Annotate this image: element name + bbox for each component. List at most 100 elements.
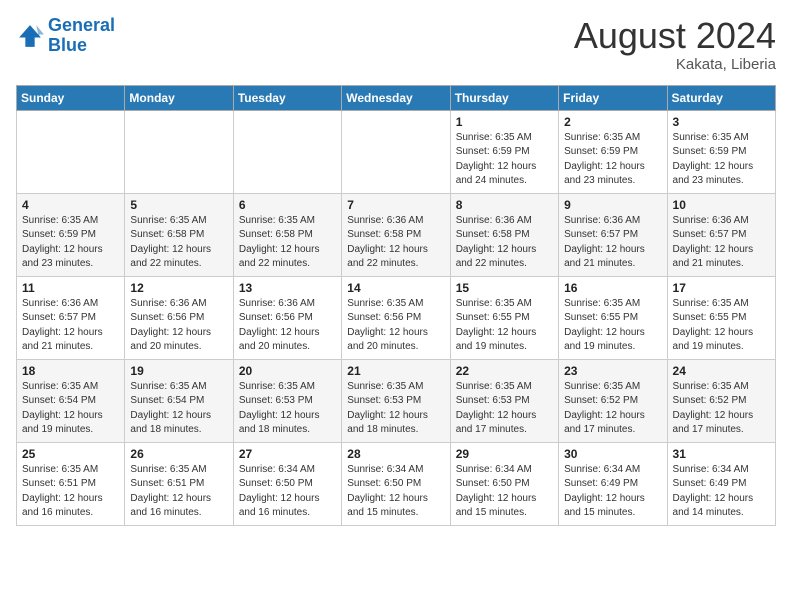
day-number: 23 <box>564 364 661 378</box>
day-number: 18 <box>22 364 119 378</box>
day-detail: Sunrise: 6:36 AM Sunset: 6:58 PM Dayligh… <box>347 214 444 272</box>
day-number: 3 <box>673 115 770 129</box>
calendar-cell-4-6: 23 Sunrise: 6:35 AM Sunset: 6:52 PM Dayli… <box>559 359 667 442</box>
day-number: 20 <box>239 364 336 378</box>
location-subtitle: Kakata, Liberia <box>574 56 776 73</box>
day-number: 14 <box>347 281 444 295</box>
day-number: 26 <box>130 447 227 461</box>
day-detail: Sunrise: 6:36 AM Sunset: 6:56 PM Dayligh… <box>130 297 227 355</box>
day-number: 24 <box>673 364 770 378</box>
calendar-week-1: 1Sunrise: 6:35 AM Sunset: 6:59 PM Daylig… <box>17 110 776 193</box>
day-detail: Sunrise: 6:34 AM Sunset: 6:49 PM Dayligh… <box>673 463 770 521</box>
calendar-cell-2-5: 8Sunrise: 6:36 AM Sunset: 6:58 PM Daylig… <box>450 193 558 276</box>
calendar-cell-3-2: 12 Sunrise: 6:36 AM Sunset: 6:56 PM Dayli… <box>125 276 233 359</box>
day-detail: Sunrise: 6:36 AM Sunset: 6:58 PM Dayligh… <box>456 214 553 272</box>
day-number: 10 <box>673 198 770 212</box>
day-number: 6 <box>239 198 336 212</box>
title-block: August 2024 Kakata, Liberia <box>574 16 776 73</box>
day-detail: Sunrise: 6:34 AM Sunset: 6:49 PM Dayligh… <box>564 463 661 521</box>
day-number: 9 <box>564 198 661 212</box>
calendar-cell-4-1: 18 Sunrise: 6:35 AM Sunset: 6:54 PM Dayli… <box>17 359 125 442</box>
day-number: 12 <box>130 281 227 295</box>
calendar-cell-1-4 <box>342 110 450 193</box>
calendar-cell-2-3: 6 Sunrise: 6:35 AM Sunset: 6:58 PM Daylig… <box>233 193 341 276</box>
day-detail: Sunrise: 6:35 AM Sunset: 6:59 PM Dayligh… <box>673 131 770 189</box>
weekday-header-friday: Friday <box>559 85 667 110</box>
calendar-cell-3-6: 16 Sunrise: 6:35 AM Sunset: 6:55 PM Dayli… <box>559 276 667 359</box>
day-detail: Sunrise: 6:35 AM Sunset: 6:51 PM Dayligh… <box>130 463 227 521</box>
calendar-cell-4-4: 21 Sunrise: 6:35 AM Sunset: 6:53 PM Dayli… <box>342 359 450 442</box>
day-number: 4 <box>22 198 119 212</box>
day-detail: Sunrise: 6:35 AM Sunset: 6:53 PM Dayligh… <box>347 380 444 438</box>
day-number: 13 <box>239 281 336 295</box>
weekday-header-thursday: Thursday <box>450 85 558 110</box>
calendar-cell-2-1: 4Sunrise: 6:35 AM Sunset: 6:59 PM Daylig… <box>17 193 125 276</box>
weekday-header-sunday: Sunday <box>17 85 125 110</box>
day-number: 31 <box>673 447 770 461</box>
day-number: 22 <box>456 364 553 378</box>
weekday-header-tuesday: Tuesday <box>233 85 341 110</box>
calendar-week-2: 4Sunrise: 6:35 AM Sunset: 6:59 PM Daylig… <box>17 193 776 276</box>
day-detail: Sunrise: 6:35 AM Sunset: 6:58 PM Dayligh… <box>239 214 336 272</box>
calendar-cell-2-7: 10 Sunrise: 6:36 AM Sunset: 6:57 PM Dayli… <box>667 193 775 276</box>
day-number: 2 <box>564 115 661 129</box>
day-number: 28 <box>347 447 444 461</box>
day-detail: Sunrise: 6:35 AM Sunset: 6:52 PM Dayligh… <box>564 380 661 438</box>
day-detail: Sunrise: 6:34 AM Sunset: 6:50 PM Dayligh… <box>239 463 336 521</box>
day-detail: Sunrise: 6:34 AM Sunset: 6:50 PM Dayligh… <box>347 463 444 521</box>
day-number: 16 <box>564 281 661 295</box>
calendar-cell-1-5: 1Sunrise: 6:35 AM Sunset: 6:59 PM Daylig… <box>450 110 558 193</box>
calendar-cell-5-6: 30 Sunrise: 6:34 AM Sunset: 6:49 PM Dayli… <box>559 442 667 525</box>
calendar-cell-5-4: 28 Sunrise: 6:34 AM Sunset: 6:50 PM Dayli… <box>342 442 450 525</box>
calendar-cell-4-7: 24 Sunrise: 6:35 AM Sunset: 6:52 PM Dayli… <box>667 359 775 442</box>
calendar-body: 1Sunrise: 6:35 AM Sunset: 6:59 PM Daylig… <box>17 110 776 525</box>
calendar-cell-3-5: 15Sunrise: 6:35 AM Sunset: 6:55 PM Dayli… <box>450 276 558 359</box>
day-detail: Sunrise: 6:35 AM Sunset: 6:56 PM Dayligh… <box>347 297 444 355</box>
calendar-cell-3-7: 17 Sunrise: 6:35 AM Sunset: 6:55 PM Dayli… <box>667 276 775 359</box>
calendar-cell-4-2: 19 Sunrise: 6:35 AM Sunset: 6:54 PM Dayli… <box>125 359 233 442</box>
calendar-week-5: 25 Sunrise: 6:35 AM Sunset: 6:51 PM Dayli… <box>17 442 776 525</box>
day-number: 25 <box>22 447 119 461</box>
day-number: 27 <box>239 447 336 461</box>
day-detail: Sunrise: 6:35 AM Sunset: 6:54 PM Dayligh… <box>130 380 227 438</box>
weekday-header-wednesday: Wednesday <box>342 85 450 110</box>
day-number: 29 <box>456 447 553 461</box>
day-detail: Sunrise: 6:35 AM Sunset: 6:52 PM Dayligh… <box>673 380 770 438</box>
day-detail: Sunrise: 6:35 AM Sunset: 6:58 PM Dayligh… <box>130 214 227 272</box>
calendar-cell-5-1: 25Sunrise: 6:35 AM Sunset: 6:51 PM Dayli… <box>17 442 125 525</box>
weekday-header-monday: Monday <box>125 85 233 110</box>
day-detail: Sunrise: 6:36 AM Sunset: 6:56 PM Dayligh… <box>239 297 336 355</box>
day-number: 30 <box>564 447 661 461</box>
weekday-header-row: SundayMondayTuesdayWednesdayThursdayFrid… <box>17 85 776 110</box>
month-year-title: August 2024 <box>574 16 776 56</box>
calendar-cell-3-4: 14 Sunrise: 6:35 AM Sunset: 6:56 PM Dayli… <box>342 276 450 359</box>
calendar-cell-5-7: 31 Sunrise: 6:34 AM Sunset: 6:49 PM Dayli… <box>667 442 775 525</box>
day-detail: Sunrise: 6:35 AM Sunset: 6:55 PM Dayligh… <box>564 297 661 355</box>
day-detail: Sunrise: 6:36 AM Sunset: 6:57 PM Dayligh… <box>22 297 119 355</box>
calendar-cell-1-1 <box>17 110 125 193</box>
page-header: General Blue August 2024 Kakata, Liberia <box>16 16 776 73</box>
day-detail: Sunrise: 6:35 AM Sunset: 6:54 PM Dayligh… <box>22 380 119 438</box>
logo-icon <box>16 22 44 50</box>
calendar-cell-1-2 <box>125 110 233 193</box>
day-number: 5 <box>130 198 227 212</box>
calendar-cell-1-3 <box>233 110 341 193</box>
calendar-cell-2-6: 9Sunrise: 6:36 AM Sunset: 6:57 PM Daylig… <box>559 193 667 276</box>
day-number: 19 <box>130 364 227 378</box>
calendar-table: SundayMondayTuesdayWednesdayThursdayFrid… <box>16 85 776 526</box>
day-detail: Sunrise: 6:35 AM Sunset: 6:55 PM Dayligh… <box>673 297 770 355</box>
calendar-cell-5-3: 27 Sunrise: 6:34 AM Sunset: 6:50 PM Dayli… <box>233 442 341 525</box>
calendar-cell-2-4: 7Sunrise: 6:36 AM Sunset: 6:58 PM Daylig… <box>342 193 450 276</box>
day-detail: Sunrise: 6:36 AM Sunset: 6:57 PM Dayligh… <box>673 214 770 272</box>
logo: General Blue <box>16 16 115 56</box>
day-detail: Sunrise: 6:35 AM Sunset: 6:53 PM Dayligh… <box>456 380 553 438</box>
day-number: 17 <box>673 281 770 295</box>
calendar-week-3: 11 Sunrise: 6:36 AM Sunset: 6:57 PM Dayli… <box>17 276 776 359</box>
calendar-cell-5-2: 26 Sunrise: 6:35 AM Sunset: 6:51 PM Dayli… <box>125 442 233 525</box>
day-number: 11 <box>22 281 119 295</box>
day-detail: Sunrise: 6:34 AM Sunset: 6:50 PM Dayligh… <box>456 463 553 521</box>
weekday-header-saturday: Saturday <box>667 85 775 110</box>
day-number: 21 <box>347 364 444 378</box>
calendar-cell-2-2: 5 Sunrise: 6:35 AM Sunset: 6:58 PM Daylig… <box>125 193 233 276</box>
day-detail: Sunrise: 6:35 AM Sunset: 6:53 PM Dayligh… <box>239 380 336 438</box>
